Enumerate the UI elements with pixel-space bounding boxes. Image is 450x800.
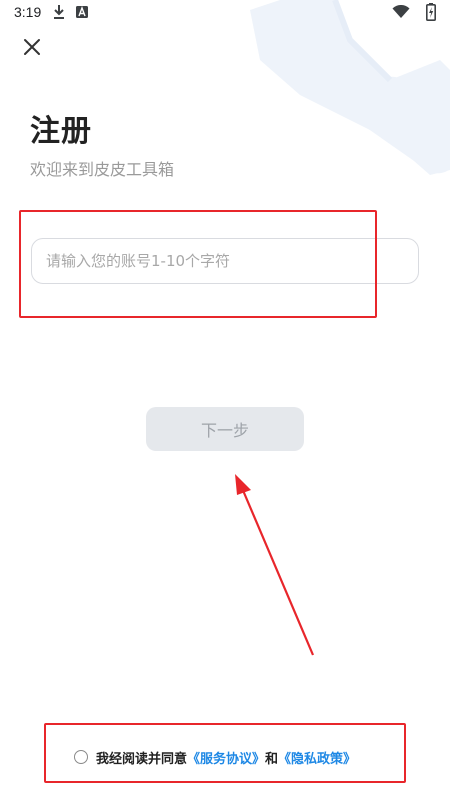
status-time: 3:19 (14, 4, 42, 20)
app-badge-icon (76, 6, 88, 18)
register-screen: 3:19 注册 欢迎来到皮皮工具箱 下一步 (0, 0, 450, 800)
privacy-policy-link[interactable]: 《隐私政策》 (278, 748, 356, 767)
annotation-box-input (19, 210, 377, 318)
agreement-radio[interactable] (74, 750, 88, 764)
battery-charging-icon (426, 3, 436, 21)
page-subtitle: 欢迎来到皮皮工具箱 (30, 160, 175, 179)
terms-of-service-link[interactable]: 《服务协议》 (187, 748, 265, 767)
download-icon (54, 5, 64, 19)
status-bar: 3:19 (0, 0, 450, 26)
annotation-arrow (235, 474, 315, 656)
agreement-prefix: 我经阅读并同意 (96, 751, 188, 767)
agreement-row: 我经阅读并同意 《服务协议》 和 《隐私政策》 (74, 746, 356, 768)
page-title: 注册 (30, 114, 92, 149)
close-icon[interactable] (18, 33, 46, 61)
wrench-watermark-icon (250, 0, 450, 175)
next-step-button[interactable]: 下一步 (146, 407, 304, 451)
agreement-conjunction: 和 (265, 751, 279, 767)
wifi-icon (392, 5, 410, 18)
